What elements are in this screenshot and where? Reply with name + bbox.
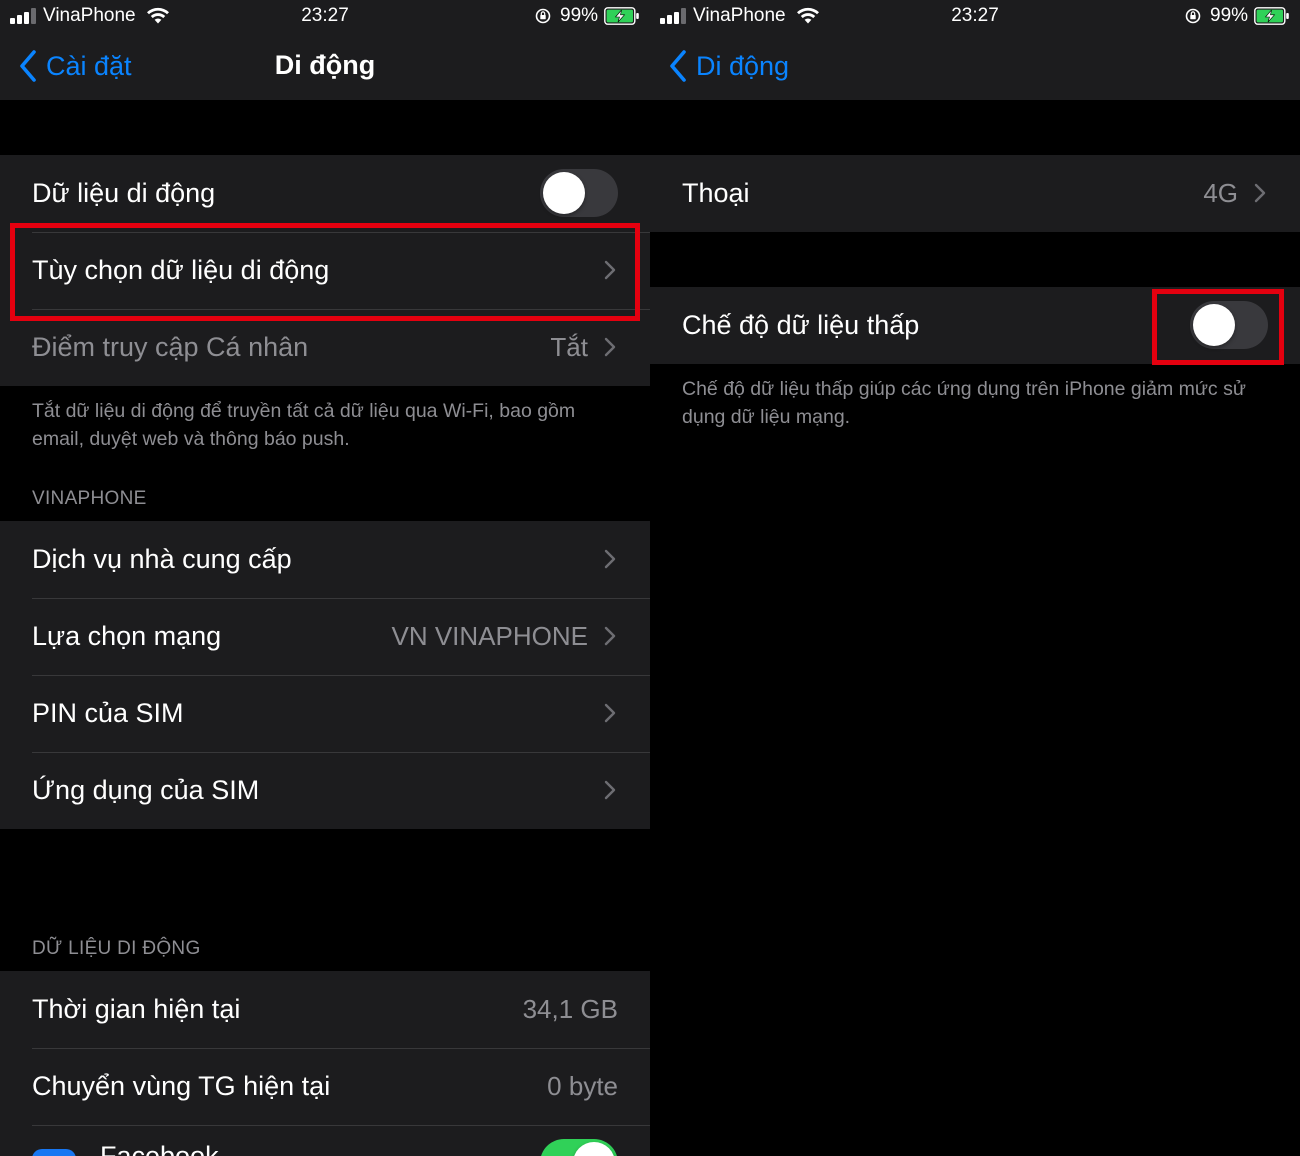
section-header-vinaphone: VINAPHONE — [32, 488, 147, 509]
chevron-right-icon — [604, 549, 616, 569]
clock: 23:27 — [301, 5, 349, 26]
current-period-label: Thời gian hiện tại — [32, 994, 241, 1024]
facebook-data-toggle[interactable] — [540, 1139, 618, 1156]
toggle-knob — [1193, 304, 1235, 346]
chevron-right-icon — [604, 626, 616, 646]
facebook-app-row: Facebook — [0, 1125, 650, 1156]
chevron-right-icon — [604, 703, 616, 723]
network-selection-value: VN VINAPHONE — [391, 621, 589, 651]
cellular-settings-screen: VinaPhone 23:27 99% Cài đặt Di động Dữ l… — [0, 0, 650, 1156]
voice-row[interactable]: Thoại 4G — [650, 155, 1300, 232]
carrier-services-label: Dịch vụ nhà cung cấp — [32, 544, 292, 574]
carrier-services-row[interactable]: Dịch vụ nhà cung cấp — [0, 521, 650, 598]
sim-apps-label: Ứng dụng của SIM — [32, 775, 260, 805]
cellular-data-options-screen: VinaPhone 23:27 99% Di động Thoại 4G Chế… — [650, 0, 1300, 1156]
low-data-mode-row: Chế độ dữ liệu thấp — [650, 287, 1300, 364]
sim-pin-row[interactable]: PIN của SIM — [0, 675, 650, 752]
cellular-data-footer: Tắt dữ liệu di động để truyền tất cả dữ … — [32, 400, 576, 450]
battery-charging-icon — [604, 7, 639, 25]
section-header-cellular-data: DỮ LIỆU DI ĐỘNG — [32, 938, 201, 959]
chevron-right-icon — [604, 337, 616, 357]
toggle-knob — [543, 172, 585, 214]
cellular-data-toggle[interactable] — [540, 169, 618, 217]
current-period-row: Thời gian hiện tại 34,1 GB — [0, 971, 650, 1048]
network-selection-row[interactable]: Lựa chọn mạng VN VINAPHONE — [0, 598, 650, 675]
navigation-bar: VinaPhone 23:27 99% Cài đặt Di động — [0, 0, 650, 100]
battery-percent: 99% — [1210, 5, 1249, 26]
cellular-data-options-row[interactable]: Tùy chọn dữ liệu di động — [0, 232, 650, 309]
sim-apps-row[interactable]: Ứng dụng của SIM — [0, 752, 650, 829]
low-data-mode-label: Chế độ dữ liệu thấp — [682, 310, 920, 340]
cellular-data-row: Dữ liệu di động — [0, 155, 650, 232]
low-data-group: Chế độ dữ liệu thấp — [650, 287, 1300, 364]
low-data-mode-toggle[interactable] — [1190, 301, 1268, 349]
sim-pin-label: PIN của SIM — [32, 698, 184, 728]
battery-charging-icon — [1254, 7, 1289, 25]
facebook-app-label: Facebook — [100, 1141, 219, 1156]
cellular-data-options-label: Tùy chọn dữ liệu di động — [32, 255, 330, 285]
toggle-knob — [573, 1142, 615, 1156]
chevron-left-icon — [670, 50, 686, 82]
personal-hotspot-value: Tắt — [550, 332, 588, 362]
current-roaming-value: 0 byte — [547, 1071, 618, 1101]
orientation-lock-icon — [1185, 8, 1201, 24]
back-button-label: Di động — [696, 50, 790, 81]
voice-group: Thoại 4G — [650, 155, 1300, 232]
voice-label: Thoại — [682, 178, 750, 208]
facebook-app-icon — [32, 1149, 76, 1156]
orientation-lock-icon — [535, 8, 551, 24]
chevron-right-icon — [604, 780, 616, 800]
battery-percent: 99% — [560, 5, 599, 26]
network-selection-label: Lựa chọn mạng — [32, 621, 222, 651]
chevron-right-icon — [1254, 183, 1266, 203]
low-data-footer: Chế độ dữ liệu thấp giúp các ứng dụng tr… — [682, 378, 1246, 428]
status-bar: VinaPhone 23:27 99% — [650, 0, 1300, 32]
page-title: Di động — [274, 50, 376, 80]
personal-hotspot-row[interactable]: Điểm truy cập Cá nhân Tắt — [0, 309, 650, 386]
navigation-bar: VinaPhone 23:27 99% Di động — [650, 0, 1300, 100]
cellular-data-label: Dữ liệu di động — [32, 178, 216, 208]
cellular-usage-group: Thời gian hiện tại 34,1 GB Chuyển vùng T… — [0, 971, 650, 1156]
voice-value: 4G — [1203, 178, 1238, 208]
current-period-value: 34,1 GB — [522, 994, 618, 1024]
vinaphone-group: Dịch vụ nhà cung cấp Lựa chọn mạng VN VI… — [0, 521, 650, 829]
cellular-data-group: Dữ liệu di động Tùy chọn dữ liệu di động… — [0, 155, 650, 386]
status-bar: VinaPhone 23:27 99% — [0, 0, 650, 32]
clock: 23:27 — [951, 5, 999, 26]
chevron-right-icon — [604, 260, 616, 280]
back-button[interactable]: Di động — [668, 48, 789, 84]
personal-hotspot-label: Điểm truy cập Cá nhân — [32, 332, 309, 362]
current-roaming-label: Chuyển vùng TG hiện tại — [32, 1071, 331, 1101]
current-roaming-row: Chuyển vùng TG hiện tại 0 byte — [0, 1048, 650, 1125]
